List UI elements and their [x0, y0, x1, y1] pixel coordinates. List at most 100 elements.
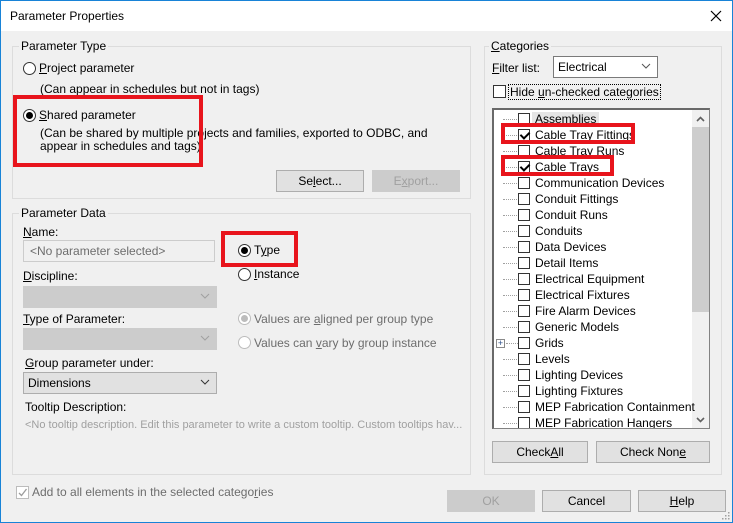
categories-tree[interactable]: Assemblies Cable Tray Fittings Cable Tray …: [492, 108, 710, 429]
values-aligned-label[interactable]: Values are aligned per group type: [254, 312, 433, 326]
add-to-all-label[interactable]: Add to all elements in the selected cate…: [32, 485, 273, 499]
instance-label[interactable]: Instance: [254, 267, 299, 281]
hide-unchecked-label[interactable]: Hide un-checked categories: [508, 84, 661, 100]
category-item[interactable]: Fire Alarm Devices: [494, 303, 694, 319]
values-vary-radio[interactable]: [238, 336, 251, 349]
category-label[interactable]: Electrical Fixtures: [535, 288, 630, 302]
category-label[interactable]: Grids: [535, 336, 564, 350]
category-item[interactable]: Generic Models: [494, 319, 694, 335]
add-to-all-checkbox[interactable]: [16, 486, 29, 499]
cancel-button[interactable]: Cancel: [542, 490, 631, 512]
ok-button[interactable]: OK: [447, 490, 535, 512]
category-label[interactable]: Lighting Fixtures: [535, 384, 623, 398]
category-item[interactable]: MEP Fabrication Containment: [494, 399, 695, 415]
category-checkbox[interactable]: [518, 161, 530, 173]
category-label[interactable]: Cable Tray Fittings: [535, 128, 635, 142]
category-label[interactable]: Fire Alarm Devices: [535, 304, 636, 318]
category-label[interactable]: MEP Fabrication Hangers: [535, 416, 672, 428]
category-label[interactable]: Levels: [535, 352, 570, 366]
hide-unchecked-checkbox[interactable]: [493, 85, 506, 98]
category-label[interactable]: Detail Items: [535, 256, 598, 270]
values-aligned-radio[interactable]: [238, 312, 251, 325]
category-checkbox[interactable]: [518, 225, 530, 237]
category-checkbox[interactable]: [518, 177, 530, 189]
category-label[interactable]: Cable Tray Runs: [535, 144, 624, 158]
discipline-select[interactable]: [23, 286, 217, 308]
category-item[interactable]: + Grids: [494, 335, 694, 351]
category-checkbox[interactable]: [518, 129, 530, 141]
expand-plus-icon[interactable]: +: [496, 339, 505, 348]
category-checkbox[interactable]: [518, 113, 530, 125]
help-button[interactable]: Help: [638, 490, 726, 512]
category-label[interactable]: Communication Devices: [535, 176, 664, 190]
category-item[interactable]: Lighting Fixtures: [494, 383, 694, 399]
category-label[interactable]: Generic Models: [535, 320, 619, 334]
filter-list-select[interactable]: Electrical: [553, 56, 658, 78]
instance-radio[interactable]: [238, 268, 251, 281]
category-item[interactable]: Cable Trays: [494, 159, 694, 175]
name-field[interactable]: <No parameter selected>: [23, 240, 215, 262]
category-checkbox[interactable]: [518, 353, 530, 365]
shared-parameter-radio[interactable]: [23, 109, 36, 122]
project-parameter-radio[interactable]: [23, 62, 36, 75]
scroll-up-button[interactable]: [692, 110, 709, 127]
type-of-parameter-select[interactable]: [23, 328, 217, 350]
project-parameter-label[interactable]: Project parameter: [39, 61, 134, 75]
resize-grip-icon[interactable]: [720, 510, 730, 520]
category-item[interactable]: Assemblies: [494, 111, 694, 127]
check-all-button[interactable]: Check All: [492, 441, 588, 463]
category-checkbox[interactable]: [518, 401, 530, 413]
category-checkbox[interactable]: [518, 417, 530, 428]
category-label[interactable]: Data Devices: [535, 240, 606, 254]
select-button[interactable]: Se l ect...: [276, 170, 364, 192]
category-label[interactable]: Conduits: [535, 224, 582, 238]
category-item[interactable]: Electrical Fixtures: [494, 287, 694, 303]
values-vary-label[interactable]: Values can vary by group instance: [254, 336, 437, 350]
category-label[interactable]: Conduit Fittings: [535, 192, 618, 206]
category-checkbox[interactable]: [518, 273, 530, 285]
close-button[interactable]: [700, 1, 732, 31]
category-item[interactable]: Levels: [494, 351, 694, 367]
category-checkbox[interactable]: [518, 289, 530, 301]
category-item[interactable]: Detail Items: [494, 255, 694, 271]
category-checkbox[interactable]: [518, 257, 530, 269]
shared-parameter-label[interactable]: Shared parameter: [39, 108, 136, 122]
category-checkbox[interactable]: [518, 241, 530, 253]
category-item[interactable]: Conduits: [494, 223, 694, 239]
category-item[interactable]: Cable Tray Fittings: [494, 127, 694, 143]
category-item[interactable]: Data Devices: [494, 239, 694, 255]
category-label[interactable]: Cable Trays: [535, 160, 599, 174]
category-item[interactable]: Communication Devices: [494, 175, 694, 191]
tree-connector: [503, 407, 517, 408]
tree-connector: [503, 135, 517, 136]
category-item[interactable]: Electrical Equipment: [494, 271, 694, 287]
group-parameter-under-select[interactable]: Dimensions: [23, 372, 217, 394]
category-item[interactable]: Conduit Fittings: [494, 191, 694, 207]
category-checkbox[interactable]: [518, 369, 530, 381]
category-checkbox[interactable]: [518, 385, 530, 397]
category-item[interactable]: Conduit Runs: [494, 207, 694, 223]
category-label[interactable]: MEP Fabrication Containment: [535, 400, 695, 414]
category-item[interactable]: MEP Fabrication Hangers: [494, 415, 694, 428]
export-button[interactable]: Ex port...: [372, 170, 460, 192]
tooltip-description-value[interactable]: <No tooltip description. Edit this param…: [25, 419, 465, 431]
category-item[interactable]: Lighting Devices: [494, 367, 694, 383]
tree-scrollbar[interactable]: [692, 110, 709, 428]
category-checkbox[interactable]: [518, 193, 530, 205]
tree-connector: [503, 327, 517, 328]
category-label[interactable]: Electrical Equipment: [535, 272, 644, 286]
type-radio[interactable]: [238, 244, 251, 257]
check-none-button[interactable]: Check Non e: [596, 441, 710, 463]
category-checkbox[interactable]: [518, 209, 530, 221]
category-item[interactable]: Cable Tray Runs: [494, 143, 694, 159]
parameter-properties-dialog: Parameter Properties Parameter Type Proj…: [0, 0, 733, 523]
category-checkbox[interactable]: [518, 337, 530, 349]
category-checkbox[interactable]: [518, 145, 530, 157]
category-checkbox[interactable]: [518, 305, 530, 317]
category-checkbox[interactable]: [518, 321, 530, 333]
category-label[interactable]: Lighting Devices: [535, 368, 623, 382]
scroll-thumb[interactable]: [692, 127, 709, 312]
category-label[interactable]: Assemblies: [532, 112, 600, 126]
category-label[interactable]: Conduit Runs: [535, 208, 608, 222]
type-label[interactable]: Type: [254, 243, 280, 257]
